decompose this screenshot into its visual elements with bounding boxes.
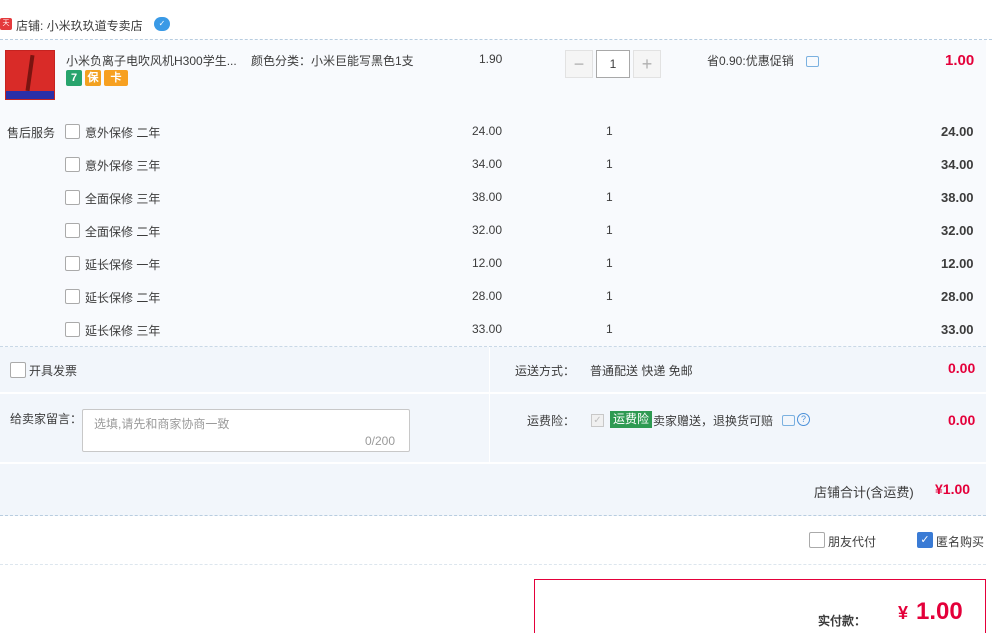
insurance-checkbox[interactable]: ✓ [591, 414, 604, 427]
service-price: 34.00 [472, 157, 503, 171]
service-qty: 1 [606, 124, 613, 138]
shipping-method-value: 普通配送 快递 免邮 [590, 364, 693, 378]
help-icon[interactable]: ? [797, 413, 810, 426]
guarantee-icon[interactable]: 保 [85, 70, 101, 86]
service-price: 33.00 [472, 322, 503, 336]
anonymous-checkbox[interactable]: ✓ [917, 532, 933, 548]
service-total: 24.00 [941, 124, 974, 139]
service-checkbox[interactable] [65, 322, 80, 337]
service-total: 32.00 [941, 223, 974, 238]
product-spec: 颜色分类：小米巨能写黑色1支 [251, 54, 414, 68]
shipping-insurance-label: 运费险： [527, 414, 576, 428]
service-qty: 1 [606, 223, 613, 237]
product-unit-price: 1.90 [479, 52, 503, 66]
service-row: 延长保修 一年 12.00 1 12.00 [0, 256, 986, 289]
service-row: 意外保修 二年 24.00 1 24.00 [0, 124, 986, 157]
service-name: 意外保修 二年 [85, 126, 161, 140]
shipping-method-label: 运送方式： [515, 364, 576, 378]
service-total: 33.00 [941, 322, 974, 337]
service-total: 34.00 [941, 157, 974, 172]
service-qty: 1 [606, 190, 613, 204]
actual-payment-amount: 1.00 [916, 598, 963, 625]
service-name: 延长保修 三年 [85, 324, 161, 338]
character-count: 0/200 [365, 434, 396, 448]
service-price: 12.00 [472, 256, 503, 270]
service-total: 28.00 [941, 289, 974, 304]
service-row: 全面保修 二年 32.00 1 32.00 [0, 223, 986, 256]
service-total: 38.00 [941, 190, 974, 205]
service-name: 意外保修 三年 [85, 159, 161, 173]
insurance-description: 卖家赠送，退换货可赔 [653, 414, 774, 428]
seller-message-placeholder: 选填,请先和商家协商一致 [94, 417, 230, 431]
quantity-input[interactable]: 1 [596, 50, 630, 78]
service-qty: 1 [606, 289, 613, 303]
service-qty: 1 [606, 322, 613, 336]
quantity-stepper: − 1 + [565, 50, 661, 78]
chat-icon[interactable]: ✓ [154, 17, 170, 31]
service-price: 24.00 [472, 124, 503, 138]
actual-payment-label: 实付款： [818, 614, 867, 628]
product-title-link[interactable]: 小米负离子电吹风机H300学生... [66, 52, 244, 69]
comment-icon[interactable] [782, 415, 795, 426]
tmall-badge-icon: 天猫 [0, 18, 12, 39]
service-price: 28.00 [472, 289, 503, 303]
service-checkbox[interactable] [65, 289, 80, 304]
shop-subtotal-label: 店铺合计(含运费) [814, 485, 914, 500]
service-checkbox[interactable] [65, 256, 80, 271]
product-thumbnail[interactable] [5, 50, 55, 100]
credit-card-icon[interactable]: 卡 [104, 70, 128, 86]
quantity-decrease-button[interactable]: − [565, 50, 593, 78]
service-row: 延长保修 二年 28.00 1 28.00 [0, 289, 986, 322]
service-checkbox[interactable] [65, 124, 80, 139]
shop-subtotal-value: ¥1.00 [935, 481, 971, 497]
seven-day-return-icon[interactable]: 7 [66, 70, 82, 86]
service-qty: 1 [606, 256, 613, 270]
product-subtotal: 1.00 [945, 52, 975, 69]
service-price: 32.00 [472, 223, 503, 237]
promotion-text: 省0.90:优惠促销 [707, 54, 794, 68]
section-divider [0, 564, 986, 565]
shipping-fee: 0.00 [948, 360, 976, 376]
service-name: 延长保修 一年 [85, 258, 161, 272]
insurance-tag: 运费险 [610, 411, 653, 428]
service-price: 38.00 [472, 190, 503, 204]
service-qty: 1 [606, 157, 613, 171]
shop-name-link[interactable]: 店铺: 小米玖玖道专卖店 [16, 17, 143, 34]
insurance-fee: 0.00 [948, 412, 976, 428]
currency-symbol: ¥ [898, 603, 909, 623]
invoice-label[interactable]: 开具发票 [29, 362, 77, 379]
quantity-increase-button[interactable]: + [633, 50, 661, 78]
service-checkbox[interactable] [65, 223, 80, 238]
service-checkbox[interactable] [65, 190, 80, 205]
service-checkbox[interactable] [65, 157, 80, 172]
service-name: 全面保修 三年 [85, 192, 161, 206]
seller-message-label: 给卖家留言： [10, 412, 83, 426]
service-name: 全面保修 二年 [85, 225, 161, 239]
invoice-checkbox[interactable] [10, 362, 26, 378]
friend-pay-label[interactable]: 朋友代付 [828, 533, 876, 550]
anonymous-label[interactable]: 匿名购买 [936, 533, 984, 550]
service-name: 延长保修 二年 [85, 291, 161, 305]
promotion-comment-icon[interactable] [806, 56, 819, 67]
service-row: 全面保修 三年 38.00 1 38.00 [0, 190, 986, 223]
service-total: 12.00 [941, 256, 974, 271]
friend-pay-checkbox[interactable] [809, 532, 825, 548]
service-row: 意外保修 三年 34.00 1 34.00 [0, 157, 986, 190]
shop-header [0, 0, 992, 40]
